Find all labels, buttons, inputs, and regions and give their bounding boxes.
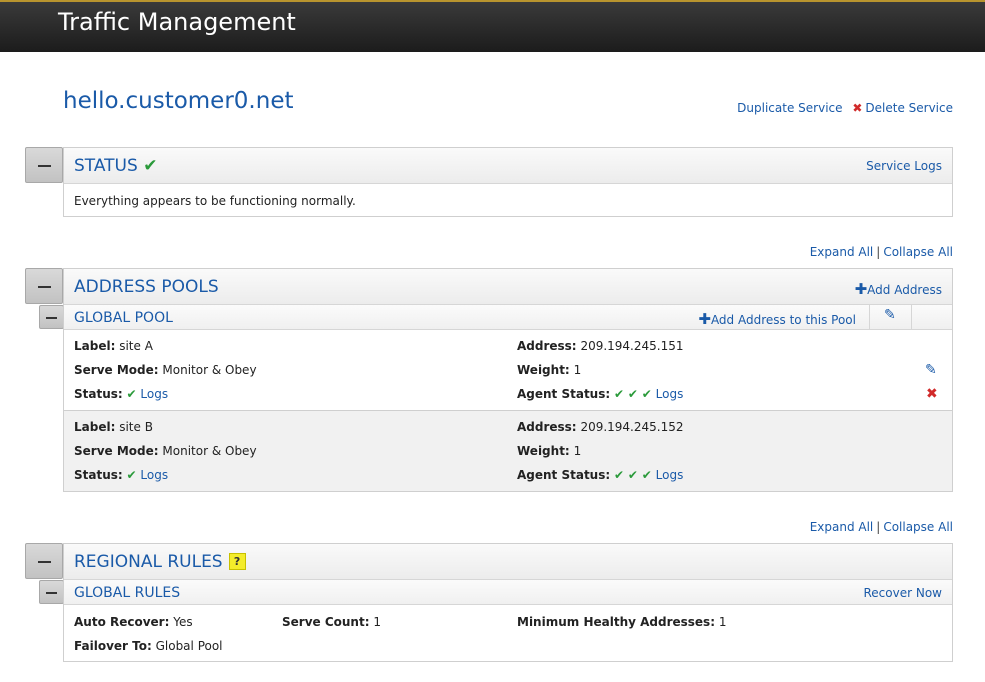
global-rules-collapse-toggle[interactable] [39,580,64,604]
global-pool-title: GLOBAL POOL [74,310,173,326]
rules-expand-controls: Expand All | Collapse All [810,520,953,534]
serve-count-value: 1 [373,615,381,629]
entry-weight: 1 [573,444,582,458]
collapse-all-link[interactable]: Collapse All [883,245,953,259]
status-message: Everything appears to be functioning nor… [74,194,356,208]
add-address-to-pool-button[interactable]: ✚Add Address to this Pool [698,310,856,328]
agent-ok-icon: ✔ [627,387,638,401]
pool-entry: Label: site A Serve Mode: Monitor & Obey… [64,330,952,411]
pools-expand-controls: Expand All | Collapse All [810,245,953,259]
delete-entry-icon[interactable]: ✖ [926,386,938,402]
agent-logs-link[interactable]: Logs [656,468,684,482]
status-title: STATUS ✔ [74,156,158,176]
regional-rules-panel: REGIONAL RULES? GLOBAL RULES Recover Now… [63,543,953,662]
entry-label: site B [119,420,153,434]
entry-label: site A [119,339,153,353]
agent-ok-icon: ✔ [641,468,652,482]
entry-serve-mode: Monitor & Obey [162,444,257,458]
app-title: Traffic Management [58,8,296,36]
rules-collapse-toggle[interactable] [25,543,63,579]
top-bar: Traffic Management [0,0,985,52]
agent-ok-icon: ✔ [614,468,625,482]
collapse-all-link[interactable]: Collapse All [883,520,953,534]
edit-pool-icon[interactable]: ✎ [884,307,896,323]
auto-recover-value: Yes [173,615,193,629]
service-actions: Duplicate Service ✖ Delete Service [737,101,953,115]
entry-logs-link[interactable]: Logs [140,468,168,482]
entry-address: 209.194.245.152 [580,420,684,434]
agent-ok-icon: ✔ [641,387,652,401]
plus-icon: ✚ [698,310,711,328]
global-pool-collapse-toggle[interactable] [39,305,64,329]
separator: | [876,245,881,259]
pools-collapse-toggle[interactable] [25,268,63,304]
expand-all-link[interactable]: Expand All [810,520,874,534]
edit-pool-cell: ✎ [869,305,912,329]
status-header: STATUS ✔ Service Logs [64,148,952,184]
duplicate-service-link[interactable]: Duplicate Service [737,101,842,115]
service-logs-link[interactable]: Service Logs [866,159,942,173]
recover-now-link[interactable]: Recover Now [864,586,943,600]
entry-logs-link[interactable]: Logs [140,387,168,401]
add-address-button[interactable]: ✚Add Address [855,280,942,298]
entry-address: 209.194.245.151 [580,339,684,353]
delete-icon: ✖ [852,101,863,115]
agent-ok-icon: ✔ [627,468,638,482]
status-panel: STATUS ✔ Service Logs Everything appears… [63,147,953,217]
status-ok-icon: ✔ [126,387,137,401]
pools-title: ADDRESS POOLS [74,277,219,297]
global-pool-header: GLOBAL POOL ✚Add Address to this Pool ✎ [64,305,952,330]
expand-all-link[interactable]: Expand All [810,245,874,259]
service-name: hello.customer0.net [63,88,294,114]
address-pools-panel: ADDRESS POOLS ✚Add Address GLOBAL POOL ✚… [63,268,953,492]
rules-header: REGIONAL RULES? [64,544,952,580]
pool-entry: Label: site B Serve Mode: Monitor & Obey… [64,411,952,491]
failover-value: Global Pool [155,639,223,653]
help-icon[interactable]: ? [228,553,246,570]
status-ok-icon: ✔ [126,468,137,482]
delete-service-link[interactable]: Delete Service [865,101,953,115]
entry-serve-mode: Monitor & Obey [162,363,257,377]
rules-title: REGIONAL RULES? [74,552,246,572]
min-healthy-value: 1 [718,615,727,629]
pools-header: ADDRESS POOLS ✚Add Address [64,269,952,305]
agent-ok-icon: ✔ [614,387,625,401]
status-collapse-toggle[interactable] [25,147,63,183]
separator: | [876,520,881,534]
plus-icon: ✚ [854,280,868,298]
entry-weight: 1 [573,363,582,377]
status-ok-icon: ✔ [143,156,158,176]
global-rules-header: GLOBAL RULES Recover Now [64,580,952,605]
global-rules-title: GLOBAL RULES [74,585,181,601]
edit-entry-icon[interactable]: ✎ [925,362,937,378]
agent-logs-link[interactable]: Logs [656,387,684,401]
